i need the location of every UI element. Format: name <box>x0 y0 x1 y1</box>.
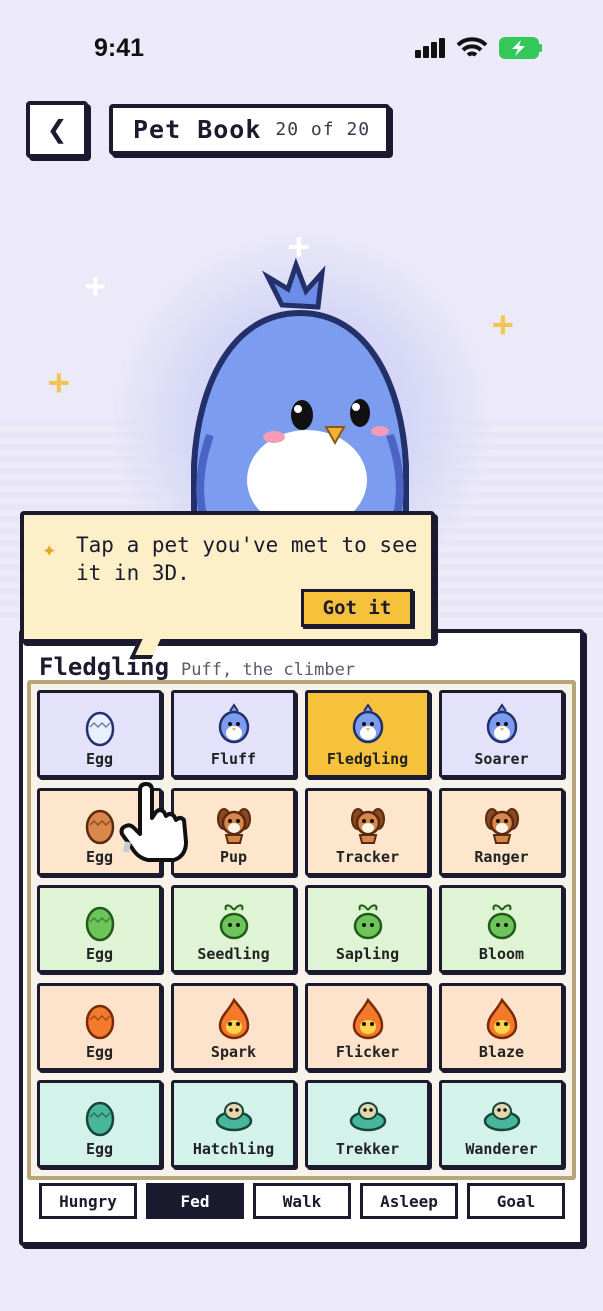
pet-cell-label: Soarer <box>474 750 529 768</box>
pet-cell-trekker[interactable]: Trekker <box>305 1080 430 1168</box>
pet-cell-label: Flicker <box>335 1042 400 1061</box>
tab-hungry[interactable]: Hungry <box>39 1183 137 1219</box>
sparkle-icon: + <box>48 362 70 403</box>
flame-egg-icon <box>85 1004 114 1039</box>
pet-cell-label: Egg <box>85 847 114 866</box>
pup-icon <box>216 807 251 844</box>
pet-cell-egg[interactable]: Egg <box>37 982 162 1071</box>
wanderer-icon <box>483 1102 520 1132</box>
back-button[interactable]: ❮ <box>26 101 88 158</box>
tab-fed[interactable]: Fed <box>146 1183 244 1219</box>
pet-cell-hatchling[interactable]: Hatchling <box>171 1080 296 1168</box>
pet-book-panel: Fledgling Puff, the climber Egg Fluff Fl… <box>19 629 584 1246</box>
pup-egg-icon <box>85 809 114 844</box>
pet-grid: Egg Fluff Fledgling Soarer Egg Pup Track… <box>37 690 564 1168</box>
pet-cell-ranger[interactable]: Ranger <box>439 787 564 876</box>
tab-walk[interactable]: Walk <box>253 1183 351 1219</box>
sapling-icon <box>353 904 382 940</box>
pet-cell-wanderer[interactable]: Wanderer <box>439 1080 564 1168</box>
pet-cell-fledgling[interactable]: Fledgling <box>305 690 430 778</box>
pet-cell-label: Hatchling <box>192 1140 275 1158</box>
tooltip-message: Tap a pet you've met to see it in 3D. <box>76 533 418 585</box>
sparkle-icon: + <box>492 304 514 345</box>
pet-cell-fluff[interactable]: Fluff <box>171 690 296 778</box>
pet-cell-label: Bloom <box>478 945 525 963</box>
tab-goal[interactable]: Goal <box>467 1183 565 1219</box>
chevron-left-icon: ❮ <box>46 109 68 150</box>
page-title-box: Pet Book 20 of 20 <box>109 104 390 155</box>
tracker-dog-icon <box>350 807 385 844</box>
page-title: Pet Book <box>133 115 262 144</box>
pet-cell-label: Pup <box>219 847 248 866</box>
wifi-icon <box>456 37 488 57</box>
plant-egg-icon <box>85 906 114 942</box>
pet-cell-spark[interactable]: Spark <box>171 982 296 1071</box>
tab-asleep[interactable]: Asleep <box>360 1183 458 1219</box>
sparkle-icon: + <box>85 266 106 306</box>
bird-egg-icon <box>85 711 114 747</box>
pet-count: 20 of 20 <box>275 119 371 140</box>
pet-cell-label: Seedling <box>197 945 270 963</box>
pet-cell-label: Wanderer <box>465 1140 538 1158</box>
pet-cell-label: Egg <box>85 750 114 768</box>
pet-grid-frame: Egg Fluff Fledgling Soarer Egg Pup Track… <box>27 680 576 1180</box>
bird-fledgling-icon <box>352 703 383 744</box>
pet-cell-bloom[interactable]: Bloom <box>439 885 564 973</box>
selected-pet-header: Fledgling Puff, the climber <box>39 653 355 681</box>
pet-cell-label: Trekker <box>335 1140 400 1158</box>
pet-cell-soarer[interactable]: Soarer <box>439 690 564 778</box>
cellular-signal-icon <box>415 38 447 58</box>
pet-cell-sapling[interactable]: Sapling <box>305 885 430 973</box>
pet-cell-flicker[interactable]: Flicker <box>305 982 430 1071</box>
pet-cell-egg[interactable]: Egg <box>37 885 162 973</box>
blaze-icon <box>486 997 517 1039</box>
bird-fluff-icon <box>218 703 249 744</box>
pet-cell-label: Egg <box>85 1042 114 1061</box>
pet-cell-tracker[interactable]: Tracker <box>305 787 430 876</box>
pointer-hand-icon <box>119 782 188 862</box>
ranger-fox-icon <box>484 807 519 844</box>
sparkle-icon: ✦ <box>42 535 57 563</box>
fledgling-pet-3d-icon <box>191 257 409 555</box>
bloom-icon <box>487 904 516 940</box>
pet-cell-label: Egg <box>85 945 114 963</box>
turtle-egg-icon <box>85 1101 114 1137</box>
battery-charging-icon <box>499 37 542 59</box>
hint-tooltip: ✦ Tap a pet you've met to see it in 3D. … <box>20 511 435 659</box>
flicker-icon <box>352 997 383 1039</box>
trekker-icon <box>349 1102 386 1132</box>
status-time: 9:41 <box>94 34 145 62</box>
pet-cell-label: Blaze <box>478 1042 525 1061</box>
pet-cell-blaze[interactable]: Blaze <box>439 982 564 1071</box>
mood-tabs: Hungry Fed Walk Asleep Goal <box>39 1183 565 1219</box>
pet-cell-label: Fluff <box>210 750 257 768</box>
selected-pet-description: Puff, the climber <box>181 660 356 680</box>
pet-cell-label: Spark <box>210 1042 257 1061</box>
pet-cell-label: Fledgling <box>326 750 409 768</box>
pet-cell-egg[interactable]: Egg <box>37 690 162 778</box>
pet-cell-label: Ranger <box>474 847 529 866</box>
pet-cell-label: Sapling <box>335 945 400 963</box>
got-it-button[interactable]: Got it <box>301 589 413 627</box>
pet-cell-egg[interactable]: Egg <box>37 1080 162 1168</box>
pet-cell-label: Tracker <box>335 847 400 866</box>
pet-cell-label: Egg <box>85 1140 114 1158</box>
spark-icon <box>218 997 249 1039</box>
seedling-icon <box>219 904 248 940</box>
pet-cell-seedling[interactable]: Seedling <box>171 885 296 973</box>
hatchling-icon <box>215 1102 252 1132</box>
bird-soarer-icon <box>486 703 517 744</box>
